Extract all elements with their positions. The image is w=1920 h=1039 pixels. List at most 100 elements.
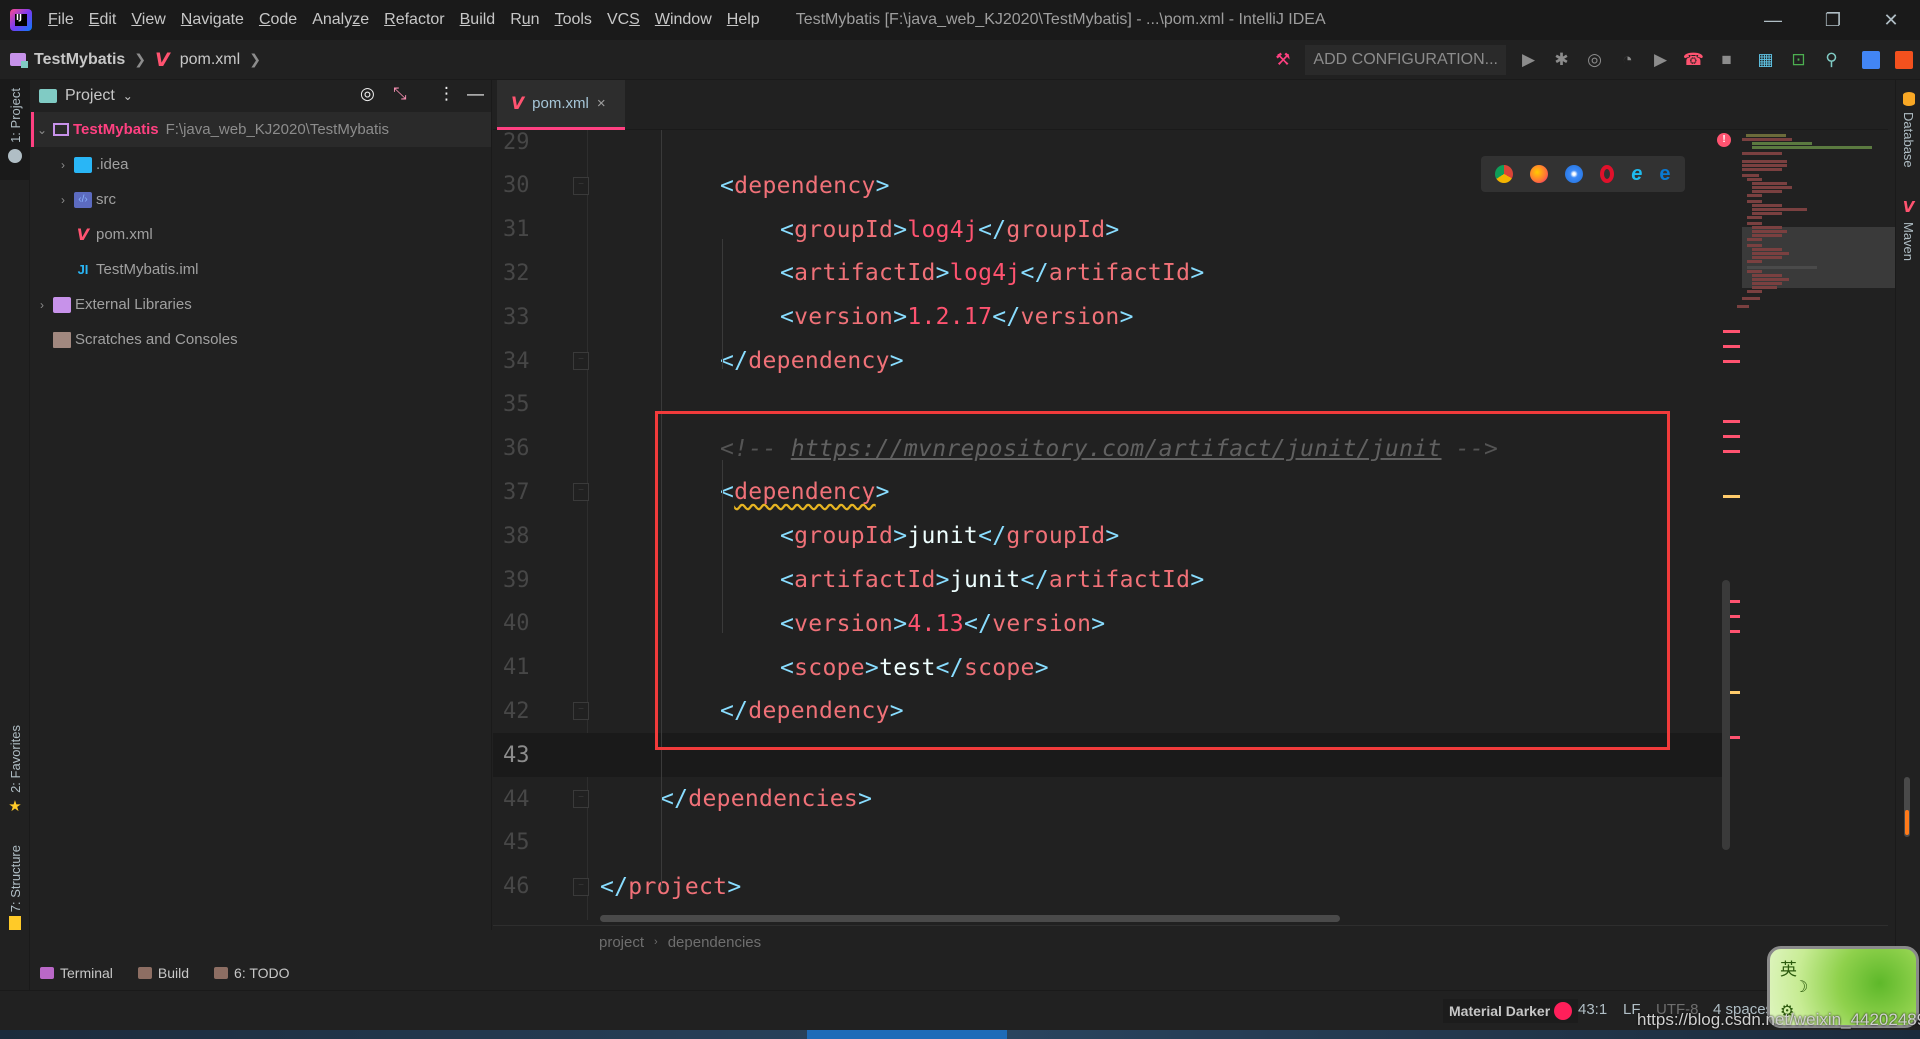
google-translate-icon[interactable] [1887,44,1920,76]
project-view-selector[interactable]: Project [65,87,115,105]
code-line[interactable]: 44 − </dependencies> [493,777,1723,821]
stripe-marker[interactable] [1723,345,1740,348]
chevron-right-icon[interactable]: › [56,193,70,207]
safari-icon[interactable] [1565,165,1584,183]
menu-edit[interactable]: Edit [89,11,117,29]
tool-window-todo[interactable]: 6: TODO [214,965,290,981]
code-line[interactable]: 31 <groupId>log4j</groupId> [493,208,1723,252]
menu-file[interactable]: File [48,11,74,29]
tree-item-pom[interactable]: V pom.xml [31,217,491,252]
tree-item-src[interactable]: › ‹/› src [31,182,491,217]
collapse-all-icon[interactable]: ⤡ [393,84,407,104]
tool-window-favorites-tab[interactable]: 2: Favorites ★ [0,725,30,815]
vertical-scrollbar[interactable] [1722,580,1730,850]
options-menu-icon[interactable]: ⋮ [438,84,455,104]
search-everywhere-icon[interactable]: ⚲ [1815,44,1848,76]
menu-window[interactable]: Window [655,11,712,29]
menu-analyze[interactable]: Analyze [312,11,369,29]
menu-tools[interactable]: Tools [555,11,592,29]
internet-explorer-icon[interactable]: e [1631,163,1642,186]
minimize-button[interactable]: — [1744,0,1802,40]
project-structure-icon[interactable]: ▦ [1749,44,1782,76]
run-icon[interactable]: ▶ [1512,44,1545,76]
fold-end-icon[interactable]: − [573,352,589,370]
code-line[interactable]: 35 [493,383,1723,427]
caret-position[interactable]: 43:1 [1578,1001,1607,1018]
close-window-button[interactable]: ✕ [1862,0,1920,40]
tool-window-maven-tab[interactable]: V Maven [1896,198,1920,261]
code-line[interactable]: 42 − </dependency> [493,689,1723,733]
restore-button[interactable]: ❐ [1804,0,1862,40]
profiler-icon[interactable]: ◔ [1611,44,1644,76]
debug-icon[interactable]: ✱ [1545,44,1578,76]
run-configuration-dropdown[interactable]: ADD CONFIGURATION... [1305,45,1506,75]
tree-item-root[interactable]: ⌄ TestMybatis F:\java_web_KJ2020\TestMyb… [31,112,491,147]
tab-pom-xml[interactable]: V pom.xml × [497,80,625,130]
stripe-marker[interactable] [1723,435,1740,438]
breadcrumb-file[interactable]: V pom.xml [155,49,240,71]
attach-debugger-icon[interactable]: ☎ [1677,44,1710,76]
breadcrumb-dependencies-tag[interactable]: dependencies [668,934,761,951]
fold-end-icon[interactable]: − [573,877,589,896]
menu-view[interactable]: View [131,11,165,29]
chevron-down-icon[interactable]: ⌄ [123,89,133,103]
chevron-down-icon[interactable]: ⌄ [35,123,49,137]
side-scrollbar-thumb[interactable] [1905,810,1909,835]
code-line[interactable]: 34 − </dependency> [493,339,1723,383]
chevron-right-icon[interactable]: › [56,158,70,172]
fold-end-icon[interactable]: − [573,702,589,721]
comment-link[interactable]: https://mvnrepository.com/artifact/junit… [791,436,1442,462]
code-line[interactable]: 32 <artifactId>log4j</artifactId> [493,251,1723,295]
breadcrumb-project[interactable]: TestMybatis [10,51,125,69]
tool-window-database-tab[interactable]: Database [1896,92,1920,168]
menu-vcs[interactable]: VCS [607,11,640,29]
tool-window-terminal[interactable]: Terminal [40,965,113,981]
code-line[interactable]: 38 <groupId>junit</groupId> [493,514,1723,558]
stripe-marker[interactable] [1723,330,1740,333]
tree-item-external-libraries[interactable]: › External Libraries [31,287,491,322]
menu-navigate[interactable]: Navigate [181,11,244,29]
terminal-icon[interactable]: ⊡ [1782,44,1815,76]
code-line[interactable]: 36 <!-- https://mvnrepository.com/artifac… [493,427,1723,471]
stripe-marker[interactable] [1723,420,1740,423]
fold-collapse-icon[interactable]: − [573,483,589,502]
taskbar-active-app[interactable] [807,1030,1007,1039]
tree-item-idea[interactable]: › .idea [31,147,491,182]
edge-icon[interactable]: e [1659,163,1670,186]
menu-refactor[interactable]: Refactor [384,11,444,29]
breadcrumb-project-tag[interactable]: project [599,934,644,951]
code-line[interactable]: 39 <artifactId>junit</artifactId> [493,558,1723,602]
code-line[interactable]: 45 [493,821,1723,865]
opera-icon[interactable] [1600,165,1615,183]
menu-build[interactable]: Build [460,11,496,29]
locate-file-icon[interactable]: ◎ [360,84,375,104]
fold-collapse-icon[interactable]: − [573,176,589,195]
code-line[interactable]: 33 <version>1.2.17</version> [493,295,1723,339]
side-scrollbar[interactable] [1904,777,1910,837]
stripe-marker[interactable] [1723,450,1740,453]
tool-window-build[interactable]: Build [137,965,189,981]
firefox-icon[interactable] [1530,165,1549,183]
hammer-icon[interactable]: ⚒ [1266,44,1299,76]
stripe-marker[interactable] [1723,495,1740,498]
menu-code[interactable]: Code [259,11,297,29]
error-indicator-icon[interactable]: ! [1717,133,1731,147]
chevron-right-icon[interactable]: › [35,298,49,312]
stripe-marker[interactable] [1723,360,1740,363]
code-line[interactable]: 43 [493,733,1723,778]
code-line[interactable]: 41 <scope>test</scope> [493,646,1723,690]
code-minimap[interactable] [1732,130,1902,320]
code-line[interactable]: 40 <version>4.13</version> [493,602,1723,646]
code-line[interactable]: 37 − <dependency> [493,470,1723,514]
tool-window-project-tab[interactable]: 1: Project [0,80,30,180]
close-tab-icon[interactable]: × [597,95,606,112]
theme-indicator[interactable]: Material Darker [1443,999,1579,1023]
tree-item-iml[interactable]: JI TestMybatis.iml [31,252,491,287]
tree-item-scratches[interactable]: Scratches and Consoles [31,322,491,357]
chrome-icon[interactable] [1495,165,1514,183]
translate-icon[interactable] [1854,44,1887,76]
fold-end-icon[interactable]: − [573,790,589,808]
code-line[interactable]: 46 − </project> [493,865,1723,909]
menu-help[interactable]: Help [727,11,760,29]
stop-icon[interactable]: ■ [1710,44,1743,76]
